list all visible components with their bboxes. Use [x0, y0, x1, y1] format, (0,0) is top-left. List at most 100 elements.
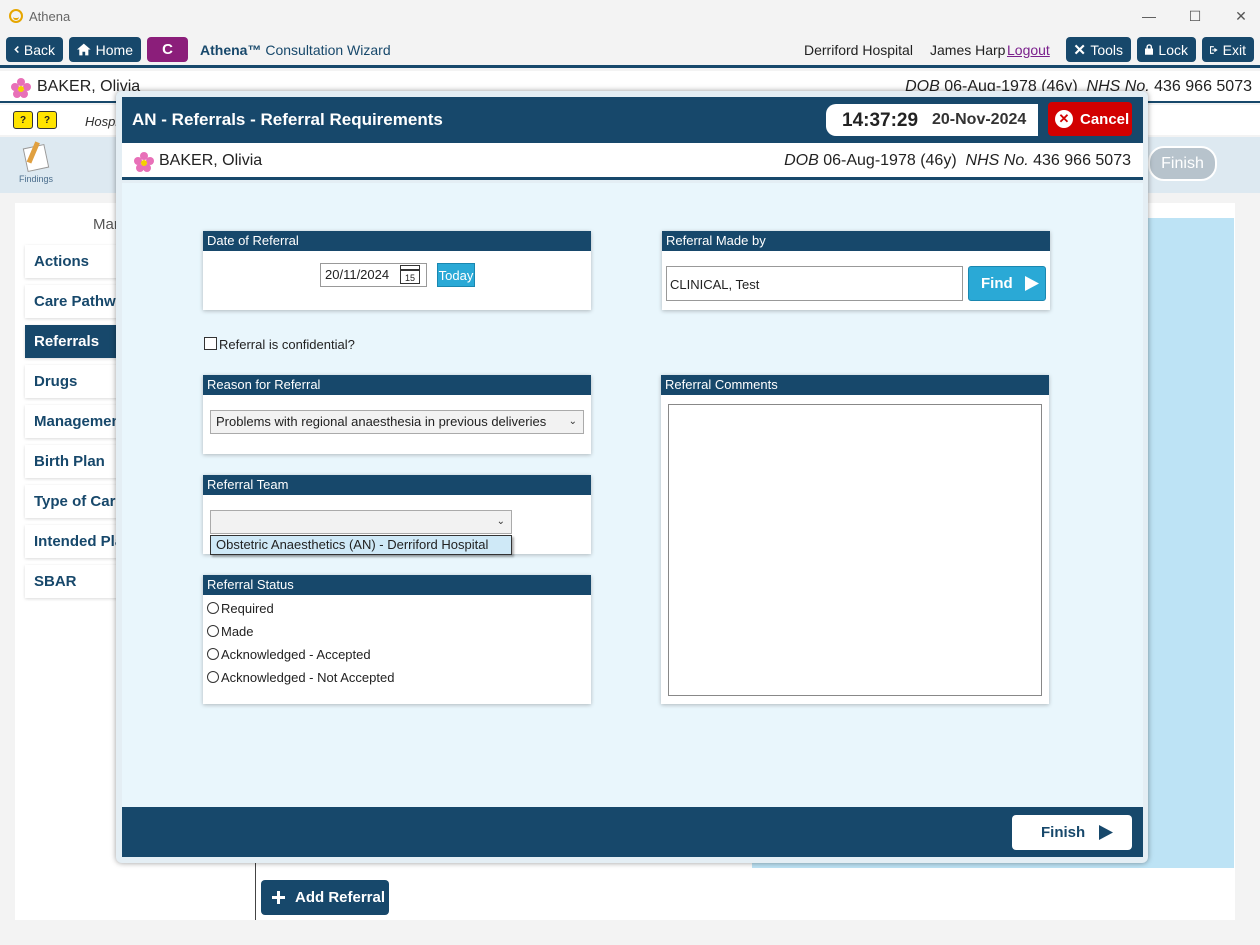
comments-header: Referral Comments — [661, 375, 1049, 395]
tools-button[interactable]: Tools — [1066, 37, 1131, 62]
findings-label: Findings — [19, 174, 54, 184]
dialog-patient-banner: BAKER, Olivia DOB 06-Aug-1978 (46y) NHS … — [122, 143, 1143, 180]
play-arrow-icon — [1099, 825, 1114, 840]
sidebar-item-type-of-care[interactable]: Type of Care — [25, 485, 125, 518]
home-button[interactable]: Home — [69, 37, 141, 62]
add-referral-button[interactable]: Add Referral — [261, 880, 389, 915]
patient-name: BAKER, Olivia — [159, 152, 263, 169]
cancel-button[interactable]: ✕ Cancel — [1048, 102, 1132, 136]
minimize-button[interactable]: — — [1126, 0, 1172, 32]
reason-header: Reason for Referral — [203, 375, 591, 395]
sidebar-item-sbar[interactable]: SBAR — [25, 565, 125, 598]
add-referral-label: Add Referral — [295, 889, 386, 906]
sidebar-item-drugs[interactable]: Drugs — [25, 365, 125, 398]
patient-dob-nhs: DOB 06-Aug-1978 (46y) NHS No. 436 966 50… — [784, 152, 1131, 170]
clock-display: 14:37:29 20-Nov-2024 — [826, 104, 1038, 136]
home-label: Home — [95, 41, 133, 58]
close-window-button[interactable]: ✕ — [1218, 0, 1260, 32]
back-button[interactable]: Back — [6, 37, 63, 62]
back-label: Back — [23, 41, 55, 58]
exit-icon — [1210, 45, 1218, 54]
status-radio-accepted[interactable] — [207, 648, 219, 660]
help-icon[interactable]: ? — [37, 111, 57, 129]
plus-icon — [272, 891, 285, 904]
date-of-referral-header: Date of Referral — [203, 231, 591, 251]
sidebar-item-care-pathway[interactable]: Care Pathwa — [25, 285, 125, 318]
close-circle-icon: ✕ — [1055, 110, 1073, 128]
hospital-partial: Hospi — [85, 114, 119, 129]
reason-selected: Problems with regional anaesthesia in pr… — [216, 414, 547, 429]
exit-label: Exit — [1222, 41, 1246, 58]
window-titlebar: Athena — [0, 0, 1260, 32]
status-radio-made[interactable] — [207, 625, 219, 637]
referral-made-by-header: Referral Made by — [662, 231, 1050, 251]
logout-link[interactable]: Logout — [1007, 42, 1050, 58]
confidential-label: Referral is confidential? — [219, 337, 355, 352]
dialog-footer — [122, 807, 1143, 857]
nhs-value: 436 966 5073 — [1033, 152, 1131, 169]
hospital-name: Derriford Hospital — [804, 42, 913, 58]
status-label-not-accepted: Acknowledged - Not Accepted — [221, 670, 395, 685]
c-button[interactable]: C — [147, 37, 188, 62]
status-radio-not-accepted[interactable] — [207, 671, 219, 683]
wizard-title: Athena™ Consultation Wizard — [200, 42, 391, 58]
chevron-down-icon: ⌄ — [496, 516, 505, 527]
dob-value: 06-Aug-1978 (46y) — [823, 152, 957, 169]
referral-made-by-input[interactable]: CLINICAL, Test — [666, 266, 963, 301]
play-arrow-icon — [1024, 276, 1039, 291]
sidebar-item-intended-place[interactable]: Intended Pla — [25, 525, 125, 558]
referral-status-header: Referral Status — [203, 575, 591, 595]
nhs-label: NHS No. — [965, 152, 1029, 169]
wizard-brand: Athena™ — [200, 42, 262, 58]
top-toolbar: Back Home C Athena™ Consultation Wizard … — [0, 32, 1260, 68]
finish-step-button[interactable]: Finish — [1148, 146, 1217, 181]
today-button[interactable]: Today — [437, 263, 475, 287]
findings-button[interactable]: Findings — [19, 143, 54, 188]
comments-textarea[interactable] — [668, 404, 1042, 696]
sidebar-item-referrals[interactable]: Referrals — [25, 325, 125, 358]
notepad-icon — [22, 143, 50, 173]
status-label-made: Made — [221, 624, 254, 639]
find-button[interactable]: Find — [968, 266, 1046, 301]
alert-icon[interactable]: ? — [13, 111, 33, 129]
confidential-checkbox[interactable] — [204, 337, 217, 350]
home-icon — [77, 43, 91, 56]
sidebar-item-birth-plan[interactable]: Birth Plan — [25, 445, 125, 478]
lock-icon — [1145, 44, 1154, 55]
referral-team-header: Referral Team — [203, 475, 591, 495]
status-radio-required[interactable] — [207, 602, 219, 614]
lock-button[interactable]: Lock — [1137, 37, 1196, 62]
status-label-accepted: Acknowledged - Accepted — [221, 647, 371, 662]
athena-logo-icon — [9, 9, 23, 23]
sidebar-heading: Mar — [93, 216, 119, 233]
sidebar-item-management[interactable]: Managemen — [25, 405, 125, 438]
wizard-label: Consultation Wizard — [265, 42, 391, 58]
tools-icon — [1074, 44, 1085, 55]
exit-button[interactable]: Exit — [1202, 37, 1254, 62]
lock-label: Lock — [1158, 41, 1188, 58]
dialog-title: AN - Referrals - Referral Requirements — [132, 110, 443, 129]
divider — [255, 860, 256, 920]
find-label: Find — [981, 275, 1013, 292]
status-label-required: Required — [221, 601, 274, 616]
referral-team-select[interactable]: ⌄ — [210, 510, 512, 534]
chevron-down-icon: ⌄ — [568, 416, 577, 427]
tools-label: Tools — [1090, 41, 1123, 58]
user-name: James Harp — [930, 42, 1006, 58]
referral-team-option[interactable]: Obstetric Anaesthetics (AN) - Derriford … — [210, 535, 512, 555]
chevron-left-icon — [14, 45, 19, 54]
cancel-label: Cancel — [1080, 110, 1130, 128]
dob-label: DOB — [784, 152, 819, 169]
clock-time: 14:37:29 — [842, 110, 919, 131]
finish-label: Finish — [1041, 824, 1086, 841]
finish-button[interactable]: Finish — [1012, 815, 1132, 850]
nhs-value: 436 966 5073 — [1154, 78, 1252, 95]
calendar-icon[interactable]: 15 — [400, 265, 420, 284]
clock-date: 20-Nov-2024 — [932, 111, 1027, 128]
flower-icon — [11, 78, 31, 98]
flower-icon — [134, 152, 154, 172]
reason-select[interactable]: Problems with regional anaesthesia in pr… — [210, 410, 584, 434]
sidebar-item-actions[interactable]: Actions — [25, 245, 125, 278]
window-title: Athena — [29, 8, 71, 24]
maximize-button[interactable]: ☐ — [1172, 0, 1218, 32]
